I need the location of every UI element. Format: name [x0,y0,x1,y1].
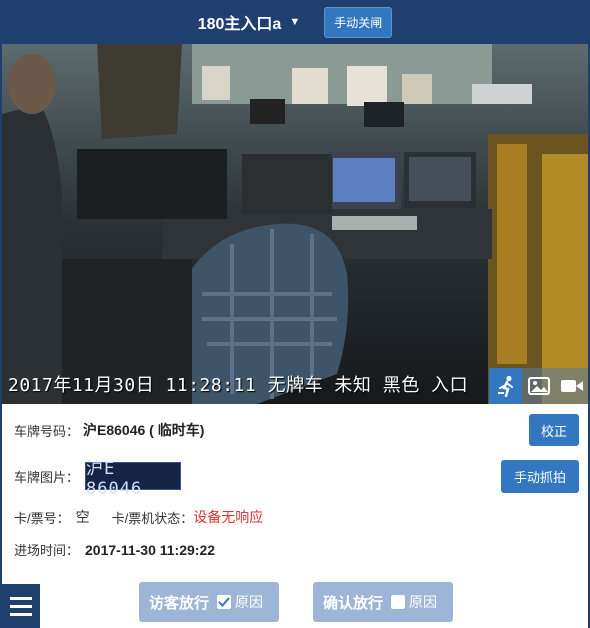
plate-number-value: 沪E86046 ( 临时车) [83,422,205,438]
visitor-reason-label: 原因 [235,594,264,610]
video-camera-icon[interactable] [555,368,588,404]
camera-overlay-text: 2017年11月30日 11:28:11 无牌车 未知 黑色 入口 [8,375,469,396]
top-bar: 180主入口a ▼ 手动关闸 [2,0,588,44]
plate-image: 沪E 86046 [85,459,182,499]
confirm-release-button[interactable]: 确认放行 原因 [313,582,453,622]
visitor-release-button[interactable]: 访客放行 原因 [139,582,279,622]
camera-toolbar [489,368,588,404]
card-row: 卡/票号： 空 卡/票机状态： 设备无响应 [14,507,263,527]
entry-time-value: 2017-11-30 11:29:22 [85,541,216,558]
machine-status-value: 设备无响应 [193,509,264,525]
image-icon[interactable] [522,368,555,404]
camera-snapshot-image [2,44,588,404]
plate-number-row: 车牌号码： 沪E86046 ( 临时车) [14,420,204,440]
plate-image-label: 车牌图片： [14,469,80,485]
confirm-reason-label: 原因 [409,594,438,610]
entry-time-label: 进场时间： [14,543,80,558]
camera-view: 2017年11月30日 11:28:11 无牌车 未知 黑色 入口 [2,44,588,404]
visitor-release-label: 访客放行 [149,594,210,612]
person-icon[interactable] [489,368,522,404]
triangle-down-icon: ▼ [289,16,301,28]
card-number-value: 空 [75,509,90,525]
plate-image-text: 沪E 86046 [86,458,143,499]
machine-status-label: 卡/票机状态： [111,510,194,526]
plate-image-row: 车牌图片： 沪E 86046 [14,459,182,499]
entry-time-row: 进场时间： 2017-11-30 11:29:22 [14,540,215,559]
confirm-release-label: 确认放行 [323,594,384,612]
confirm-reason-checkbox[interactable]: 原因 [391,592,437,612]
unchecked-box-icon [391,595,406,609]
card-number-label: 卡/票号： [14,510,70,526]
plate-number-label: 车牌号码： [14,423,80,439]
manual-close-button[interactable]: 手动关闸 [324,6,393,38]
manual-capture-button[interactable]: 手动抓拍 [501,460,579,493]
lane-name: 180主入口a [197,16,282,33]
visitor-reason-checkbox[interactable]: 原因 [217,592,263,612]
hamburger-menu-icon[interactable] [2,584,40,628]
correct-button[interactable]: 校正 [529,414,579,446]
app-frame: 180主入口a ▼ 手动关闸 2017年11月30日 11:28:11 无牌车 … [0,0,590,628]
check-icon [217,595,232,609]
lane-selector[interactable]: 180主入口a ▼ [198,10,301,34]
